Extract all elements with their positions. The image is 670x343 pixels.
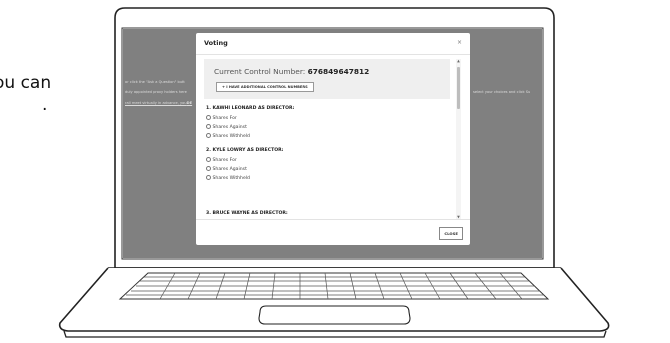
laptop-screen: or click the "Ask a Question" butt duly … — [123, 29, 542, 258]
vote-option[interactable]: Shares Against — [206, 165, 247, 172]
modal-footer: CLOSE — [196, 219, 470, 245]
question-title: 3. BRUCE WAYNE AS DIRECTOR: — [206, 211, 288, 216]
radio-icon[interactable] — [206, 174, 211, 180]
close-button[interactable]: CLOSE — [439, 227, 463, 240]
radio-icon[interactable] — [206, 114, 211, 120]
modal-scrollbar[interactable]: ▲ ▼ — [456, 59, 461, 219]
add-control-numbers-button[interactable]: + I HAVE ADDITIONAL CONTROL NUMBERS — [216, 82, 314, 92]
vote-option[interactable]: Shares Against — [206, 123, 247, 130]
question-title: 2. KYLE LOWRY AS DIRECTOR: — [206, 148, 284, 153]
scroll-thumb[interactable] — [457, 67, 460, 109]
modal-title: Voting — [204, 39, 228, 47]
control-number-value: 676849647812 — [307, 67, 370, 76]
control-number-label: Current Control Number: 676849647812 — [214, 67, 370, 76]
modal-header: Voting × — [196, 33, 470, 55]
vote-option[interactable]: Shares Withheld — [206, 174, 250, 181]
close-icon[interactable]: × — [457, 39, 462, 46]
scroll-up-icon[interactable]: ▲ — [456, 59, 461, 63]
question-title: 1. KAWHI LEONARD AS DIRECTOR: — [206, 106, 295, 111]
control-number-box: Current Control Number: 676849647812 + I… — [204, 59, 450, 99]
voting-modal: Voting × Current Control Number: 6768496… — [196, 33, 470, 245]
vote-option[interactable]: Shares For — [206, 156, 237, 163]
radio-icon[interactable] — [206, 156, 211, 162]
background-text: duly appointed proxy holders here — [125, 90, 187, 94]
vote-option[interactable]: Shares For — [206, 114, 237, 121]
vote-option[interactable]: Shares Withheld — [206, 132, 250, 139]
radio-icon[interactable] — [206, 123, 211, 129]
background-text: or click the "Ask a Question" butt — [125, 80, 185, 84]
background-link[interactable]: rall meet virtually in advance, youDE — [125, 101, 192, 105]
radio-icon[interactable] — [206, 132, 211, 138]
background-text: select your choices and click Su — [473, 90, 531, 94]
modal-body: Current Control Number: 676849647812 + I… — [204, 59, 463, 219]
radio-icon[interactable] — [206, 165, 211, 171]
